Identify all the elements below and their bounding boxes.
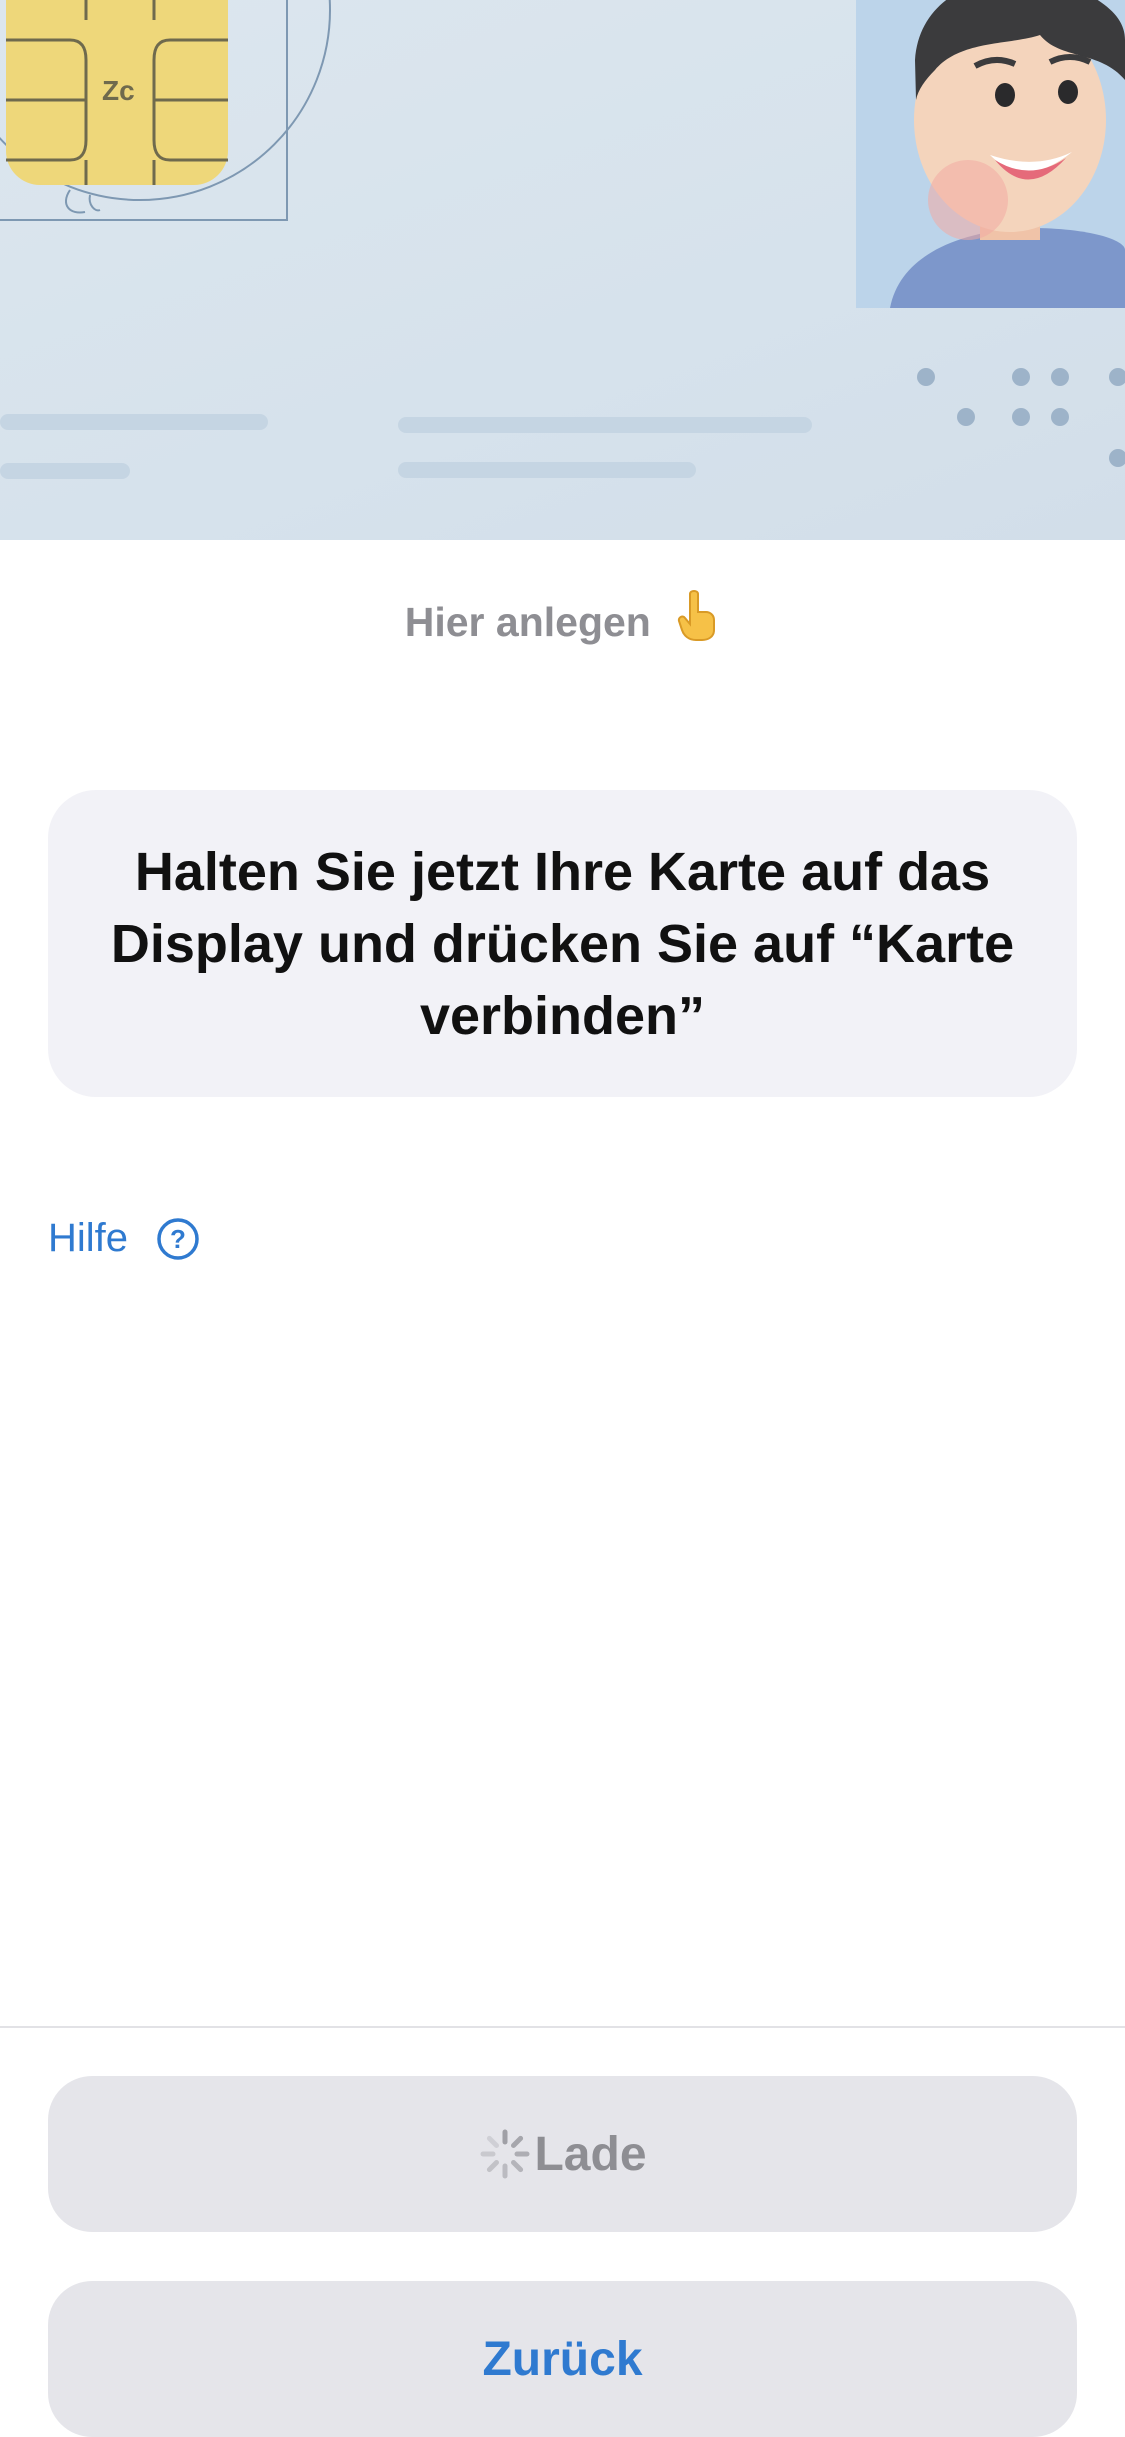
svg-text:?: ? <box>170 1224 186 1254</box>
spinner-icon <box>480 2129 530 2179</box>
card-illustration: Zc <box>0 0 1125 540</box>
card-illustration-art: Zc <box>0 0 1125 479</box>
card-edge-dashed-line <box>0 538 1125 540</box>
instruction-box: Halten Sie jetzt Ihre Karte auf das Disp… <box>48 790 1077 1097</box>
placement-hint: Hier anlegen <box>0 590 1125 652</box>
question-circle-icon: ? <box>157 1217 199 1260</box>
svg-text:Zc: Zc <box>102 75 135 106</box>
back-button-label: Zurück <box>482 2332 643 2386</box>
help-label: Hilfe <box>48 1216 129 1260</box>
bottom-divider <box>0 2026 1125 2028</box>
loading-button[interactable]: Lade <box>48 2076 1077 2232</box>
avatar-portrait <box>856 0 1125 308</box>
instruction-text: Halten Sie jetzt Ihre Karte auf das Disp… <box>110 841 1015 1046</box>
back-button[interactable]: Zurück <box>48 2281 1077 2437</box>
sim-chip-icon: Zc <box>6 0 228 185</box>
placement-hint-label: Hier anlegen <box>404 599 651 645</box>
pointing-hand-icon <box>676 590 720 652</box>
help-link[interactable]: Hilfe ? <box>48 1216 200 1261</box>
loading-button-label: Lade <box>534 2127 647 2181</box>
